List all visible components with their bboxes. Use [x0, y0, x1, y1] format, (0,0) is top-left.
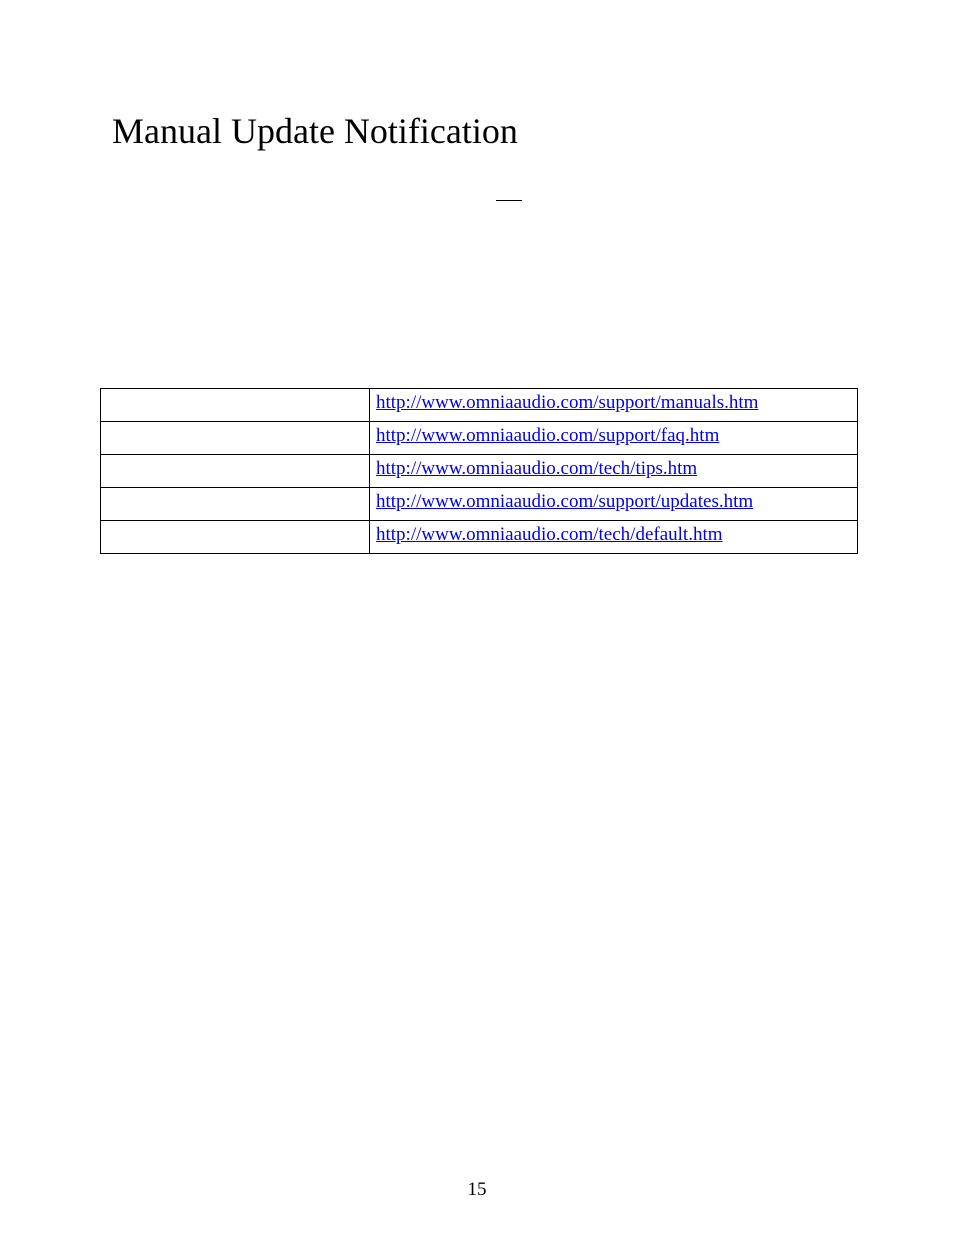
faq-link[interactable]: http://www.omniaaudio.com/support/faq.ht…	[376, 425, 719, 446]
table-row: http://www.omniaaudio.com/support/faq.ht…	[101, 422, 858, 455]
link-label-cell	[101, 422, 370, 455]
separator-dash	[496, 200, 522, 201]
links-table: http://www.omniaaudio.com/support/manual…	[100, 388, 858, 554]
page-title: Manual Update Notification	[112, 110, 854, 152]
tips-link[interactable]: http://www.omniaaudio.com/tech/tips.htm	[376, 458, 697, 479]
link-label-cell	[101, 488, 370, 521]
link-url-cell: http://www.omniaaudio.com/tech/tips.htm	[370, 455, 858, 488]
updates-link[interactable]: http://www.omniaaudio.com/support/update…	[376, 491, 753, 512]
link-url-cell: http://www.omniaaudio.com/support/update…	[370, 488, 858, 521]
link-label-cell	[101, 521, 370, 554]
link-label-cell	[101, 389, 370, 422]
document-page: Manual Update Notification http://www.om…	[0, 0, 954, 1235]
table-row: http://www.omniaaudio.com/support/update…	[101, 488, 858, 521]
page-number: 15	[0, 1179, 954, 1201]
link-url-cell: http://www.omniaaudio.com/support/manual…	[370, 389, 858, 422]
link-url-cell: http://www.omniaaudio.com/tech/default.h…	[370, 521, 858, 554]
table-row: http://www.omniaaudio.com/tech/default.h…	[101, 521, 858, 554]
manuals-link[interactable]: http://www.omniaaudio.com/support/manual…	[376, 392, 758, 413]
tech-default-link[interactable]: http://www.omniaaudio.com/tech/default.h…	[376, 524, 723, 545]
table-row: http://www.omniaaudio.com/support/manual…	[101, 389, 858, 422]
link-label-cell	[101, 455, 370, 488]
table-row: http://www.omniaaudio.com/tech/tips.htm	[101, 455, 858, 488]
link-url-cell: http://www.omniaaudio.com/support/faq.ht…	[370, 422, 858, 455]
